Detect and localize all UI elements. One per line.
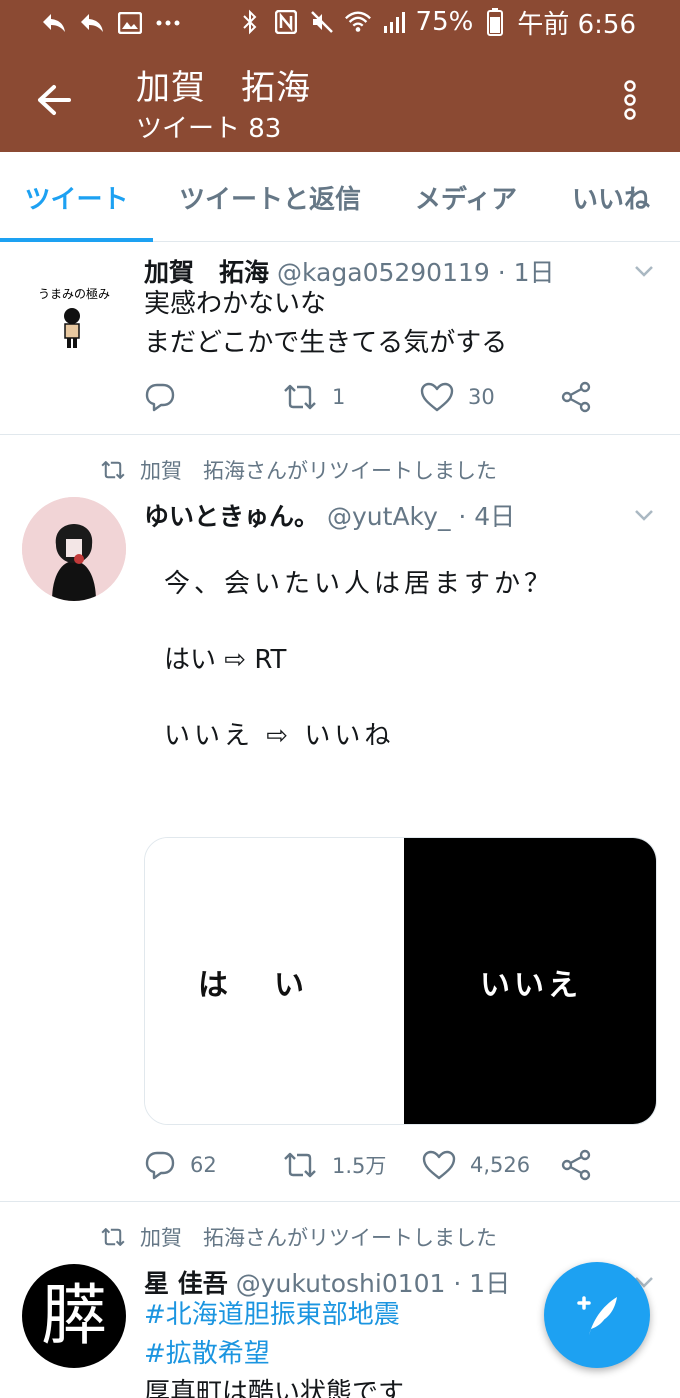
hashtag-link[interactable]: #北海道胆振東部地震: [144, 1296, 404, 1335]
reply-icon: [145, 1151, 175, 1180]
tweet-item[interactable]: うまみの極み 加賀 拓海 @kaga05290119 · 1日 実感わかないな …: [0, 243, 680, 434]
author-name[interactable]: 星 佳吾: [144, 1264, 228, 1300]
battery-percent: 75%: [415, 7, 474, 37]
tab-tweets-and-replies[interactable]: ツイートと返信: [160, 152, 380, 242]
retweet-icon: [284, 384, 316, 410]
retweeted-by-label: 加賀 拓海さんがリツイートしました: [140, 1226, 497, 1250]
media-panel-yes: はい: [145, 838, 403, 1124]
reply-button[interactable]: [144, 377, 190, 417]
reply-icon: [145, 383, 175, 412]
tweet-count: ツイート 83: [136, 114, 282, 144]
more-notifications-icon: [154, 9, 182, 37]
tweet-text: 今、会いたい人は居ますか？ はい ⇨ RT いいえ ⇨ いいね: [164, 565, 554, 756]
tweet-line: 今、会いたい人は居ますか？: [164, 569, 555, 599]
media-panel-no: いいえ: [404, 838, 656, 1124]
tweet-line: はい ⇨ RT: [164, 645, 287, 675]
tweet-line: 厚真町は酷い状態です: [144, 1378, 405, 1398]
more-vertical-icon: [624, 80, 636, 120]
heart-icon: [422, 1150, 456, 1180]
share-icon: [561, 1149, 591, 1181]
author-handle: @yukutoshi0101 · 1日: [235, 1269, 511, 1298]
nfc-icon: [272, 8, 300, 36]
like-button[interactable]: 30: [420, 377, 495, 417]
retweet-count: 1.5万: [332, 1154, 387, 1178]
active-tab-indicator: [0, 238, 153, 242]
retweet-button[interactable]: 1.5万: [282, 1145, 386, 1185]
avatar[interactable]: うまみの極み: [22, 258, 126, 362]
profile-header: 加賀 拓海 ツイート 83: [0, 48, 680, 152]
back-button[interactable]: [30, 76, 78, 124]
image-notification-icon: [116, 9, 144, 37]
avatar-glyph: 膵: [41, 1277, 107, 1354]
reply-notification-icon: [78, 9, 106, 37]
status-clock: 午前 6:56: [517, 9, 636, 40]
tweet-line: 実感わかないな: [144, 289, 327, 319]
tweet-text: 実感わかないな まだどこかで生きてる気がする: [144, 285, 507, 363]
author-handle: @kaga05290119 · 1日: [277, 258, 555, 287]
retweet-count: 1: [332, 385, 346, 409]
retweeted-by-label: 加賀 拓海さんがリツイートしました: [140, 459, 497, 483]
page-title: 加賀 拓海: [136, 68, 311, 108]
mute-icon: [308, 8, 336, 36]
hashtag-link[interactable]: #拡散希望: [144, 1335, 404, 1374]
avatar-illustration: [22, 497, 126, 601]
retweet-context: 加賀 拓海さんがリツイートしました: [100, 455, 497, 485]
retweet-button[interactable]: 1: [282, 377, 345, 417]
heart-icon: [420, 382, 454, 412]
retweet-icon: [101, 461, 125, 479]
reply-count: 62: [190, 1153, 217, 1177]
tweet-line: まだどこかで生きてる気がする: [144, 328, 508, 358]
tab-media[interactable]: メディア: [396, 152, 536, 242]
chevron-down-icon[interactable]: [630, 501, 658, 529]
author-handle: @yutAky_ · 4日: [327, 502, 516, 531]
battery-icon: [481, 8, 509, 36]
like-button[interactable]: 4,526: [422, 1145, 530, 1185]
bluetooth-icon: [236, 8, 264, 36]
share-button[interactable]: [560, 1145, 592, 1185]
compose-feather-icon: [577, 1296, 617, 1335]
signal-icon: [380, 8, 408, 36]
chevron-down-icon[interactable]: [630, 257, 658, 285]
retweet-context: 加賀 拓海さんがリツイートしました: [100, 1222, 497, 1252]
tweet-header: ゆいときゅん。 @yutAky_ · 4日: [144, 497, 515, 533]
reply-button[interactable]: 62: [144, 1145, 217, 1185]
like-count: 30: [468, 385, 495, 409]
tweet-media-image[interactable]: はい いいえ: [144, 837, 657, 1125]
avatar[interactable]: [22, 497, 126, 601]
tab-tweets[interactable]: ツイート: [0, 152, 153, 242]
tweet-actions: 62 1.5万 4,526: [144, 1145, 614, 1185]
compose-tweet-button[interactable]: [544, 1262, 650, 1368]
arrow-left-icon: [38, 85, 71, 115]
retweet-icon: [284, 1152, 316, 1178]
tweet-header: 加賀 拓海 @kaga05290119 · 1日: [144, 253, 555, 289]
tweet-actions: 1 30: [144, 377, 614, 417]
tweet-header: 星 佳吾 @yukutoshi0101 · 1日: [144, 1264, 510, 1300]
like-count: 4,526: [470, 1153, 531, 1177]
retweet-icon: [101, 1228, 125, 1246]
more-options-button[interactable]: [610, 76, 650, 124]
status-bar: 75% 午前 6:56: [0, 0, 680, 48]
profile-tabs: ツイート ツイートと返信 メディア いいね: [0, 152, 680, 242]
author-name[interactable]: ゆいときゅん。: [144, 497, 319, 533]
share-button[interactable]: [560, 377, 592, 417]
reply-notification-icon: [40, 9, 68, 37]
tweet-text: #北海道胆振東部地震 #拡散希望 厚真町は酷い状態です: [144, 1296, 404, 1398]
avatar-caption: うまみの極み: [38, 286, 110, 301]
share-icon: [561, 381, 591, 413]
avatar[interactable]: 膵: [22, 1264, 126, 1368]
wifi-icon: [344, 8, 372, 36]
tab-likes[interactable]: いいね: [556, 152, 666, 242]
tweet-line: いいえ ⇨ いいね: [164, 721, 395, 751]
avatar-illustration: うまみの極み: [38, 286, 110, 348]
author-name[interactable]: 加賀 拓海: [144, 253, 269, 289]
